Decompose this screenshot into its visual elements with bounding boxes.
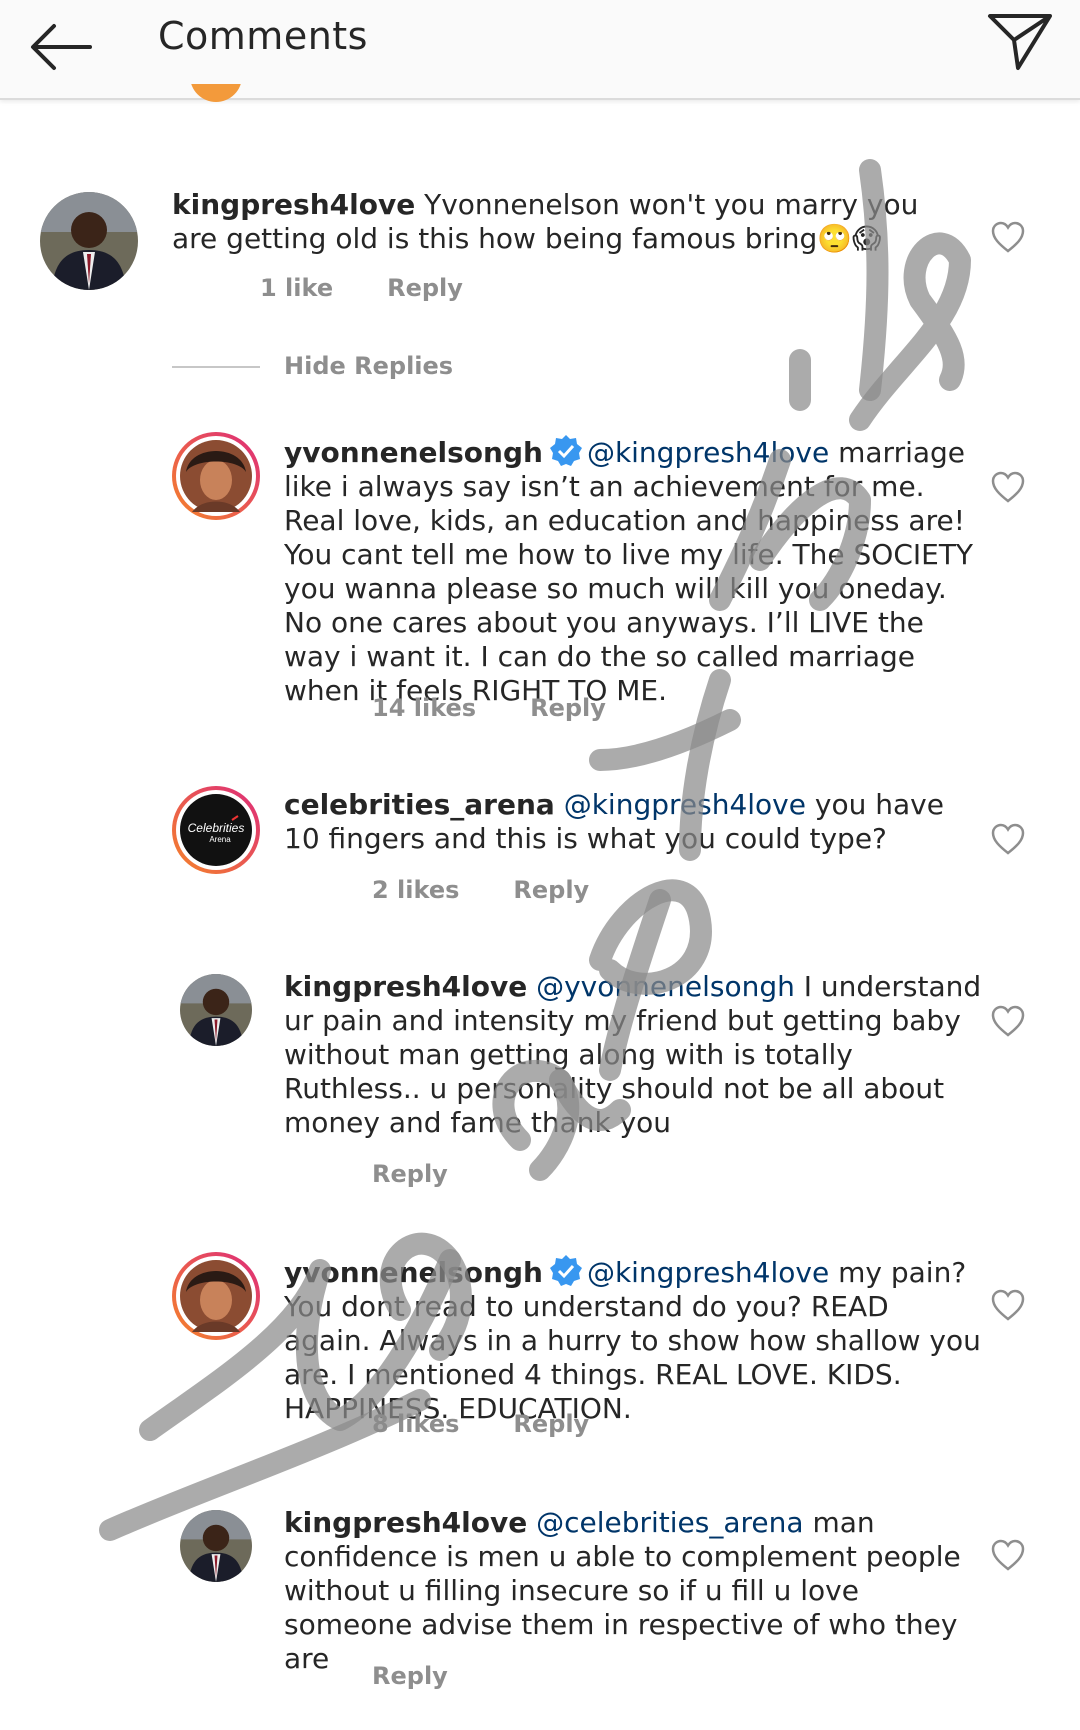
reply-button[interactable]: Reply (372, 1662, 448, 1690)
back-button[interactable] (28, 12, 98, 82)
like-button[interactable] (990, 822, 1026, 856)
comment-mention[interactable]: @kingpresh4love (564, 788, 806, 821)
reply-button[interactable]: Reply (372, 1160, 448, 1188)
comment-meta: 1 like Reply (260, 274, 517, 302)
comment-text: kingpresh4love @yvonnenelsongh I underst… (284, 970, 984, 1140)
likes-count[interactable]: 2 likes (372, 876, 459, 904)
comment-mention[interactable]: @kingpresh4love (587, 1256, 829, 1289)
avatar[interactable] (172, 432, 260, 520)
arrow-left-icon (31, 24, 92, 70)
heart-icon (991, 471, 1025, 503)
reply-button[interactable]: Reply (387, 274, 463, 302)
reply-button[interactable]: Reply (513, 1410, 589, 1438)
comment-meta: 8 likes Reply (372, 1410, 643, 1438)
hide-replies-divider (172, 366, 260, 368)
reply-button[interactable]: Reply (530, 694, 606, 722)
like-button[interactable] (990, 1004, 1026, 1038)
previous-comment-avatar-peek (190, 84, 242, 104)
avatar[interactable]: Celebrities Arena (172, 786, 260, 874)
share-button[interactable] (980, 6, 1060, 86)
avatar[interactable] (180, 974, 252, 1046)
avatar-logo-text: Celebrities (188, 821, 245, 835)
like-button[interactable] (990, 470, 1026, 504)
comment-text: kingpresh4love @celebrities_arena man co… (284, 1506, 984, 1676)
top-app-bar: Comments (0, 0, 1080, 100)
likes-count[interactable]: 14 likes (372, 694, 476, 722)
comment-meta: Reply (372, 1662, 502, 1690)
comment-mention[interactable]: @yvonnenelsongh (536, 970, 795, 1003)
likes-count[interactable]: 1 like (260, 274, 333, 302)
comment-mention[interactable]: @celebrities_arena (536, 1506, 803, 1539)
svg-text:Arena: Arena (209, 835, 231, 844)
reply-button[interactable]: Reply (513, 876, 589, 904)
avatar[interactable] (172, 1252, 260, 1340)
heart-icon (991, 823, 1025, 855)
comment-body: marriage like i always say isn’t an achi… (284, 436, 974, 707)
page-title: Comments (158, 14, 368, 58)
comment-username[interactable]: kingpresh4love (172, 188, 415, 221)
comment-text: celebrities_arena @kingpresh4love you ha… (284, 788, 984, 856)
comment-username[interactable]: celebrities_arena (284, 788, 555, 821)
verified-badge-icon (549, 1255, 582, 1286)
avatar[interactable] (40, 192, 138, 290)
comment-username[interactable]: kingpresh4love (284, 1506, 527, 1539)
likes-count[interactable]: 8 likes (372, 1410, 459, 1438)
comment-username[interactable]: yvonnenelsongh (284, 436, 543, 469)
avatar[interactable] (180, 1510, 252, 1582)
heart-icon (991, 221, 1025, 253)
comment-text: yvonnenelsongh @kingpresh4love my pain? Y… (284, 1254, 984, 1426)
like-button[interactable] (990, 1288, 1026, 1322)
heart-icon (991, 1289, 1025, 1321)
comment-meta: Reply (372, 1160, 502, 1188)
watermark (99, 159, 971, 1541)
comment-text: kingpresh4love Yvonnenelson won't you ma… (172, 188, 972, 256)
like-button[interactable] (990, 1538, 1026, 1572)
comment-username[interactable]: yvonnenelsongh (284, 1256, 543, 1289)
verified-badge-icon (549, 435, 582, 466)
comment-username[interactable]: kingpresh4love (284, 970, 527, 1003)
heart-icon (991, 1539, 1025, 1571)
paper-plane-icon (988, 14, 1052, 70)
comment-meta: 2 likes Reply (372, 876, 643, 904)
hide-replies-button[interactable]: Hide Replies (284, 352, 453, 380)
like-button[interactable] (990, 220, 1026, 254)
comment-meta: 14 likes Reply (372, 694, 660, 722)
heart-icon (991, 1005, 1025, 1037)
comment-mention[interactable]: @kingpresh4love (587, 436, 829, 469)
comment-text: yvonnenelsongh @kingpresh4love marriage l… (284, 434, 984, 708)
